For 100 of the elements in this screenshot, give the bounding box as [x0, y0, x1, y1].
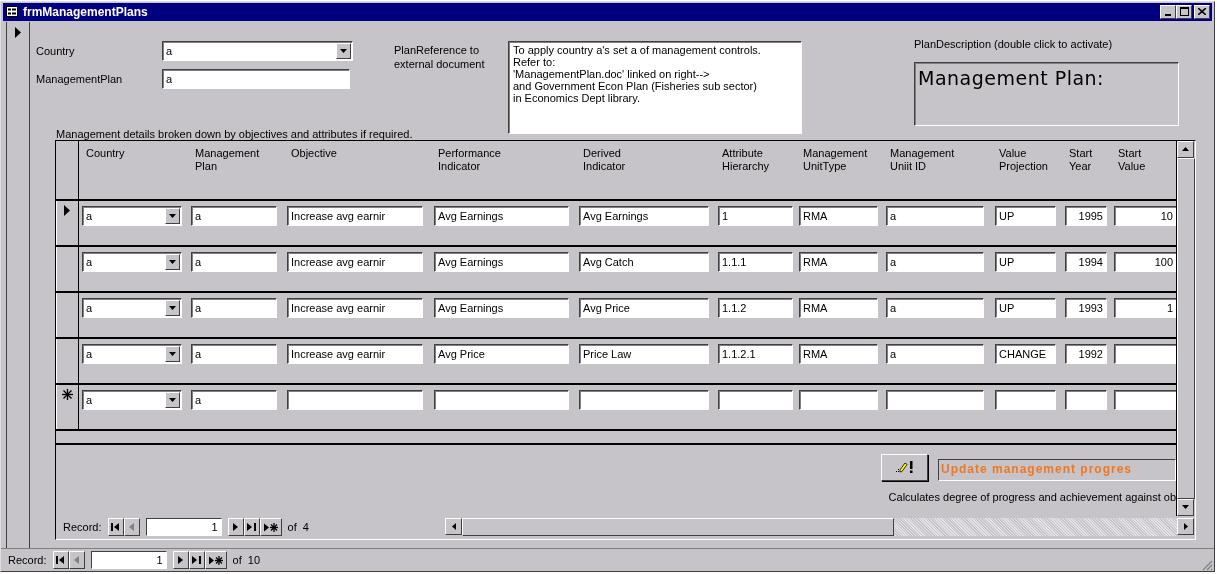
record-label: Record: [8, 554, 47, 567]
column-header: Value Projection [998, 145, 1049, 174]
table-cell[interactable] [287, 389, 423, 410]
table-dropdown[interactable]: a [82, 297, 182, 318]
minimize-button[interactable] [1160, 4, 1176, 19]
table-cell[interactable]: 1 [1114, 297, 1176, 318]
dropdown-button[interactable] [165, 253, 180, 270]
close-button[interactable] [1194, 4, 1210, 19]
scroll-left-button[interactable] [445, 518, 462, 536]
table-cell[interactable]: Increase avg earnir [287, 251, 423, 272]
update-button[interactable] [881, 453, 928, 481]
table-dropdown[interactable]: a [82, 389, 182, 410]
scroll-right-button[interactable] [1177, 518, 1194, 536]
table-cell[interactable]: a [191, 343, 277, 364]
record-nav-button[interactable] [172, 551, 189, 570]
table-cell[interactable]: Increase avg earnir [287, 297, 423, 318]
table-dropdown[interactable]: a [82, 251, 182, 272]
table-cell[interactable]: Increase avg earnir [287, 343, 423, 364]
column-header: Performance Indicator [437, 145, 502, 174]
column-header: Start Year [1068, 145, 1094, 174]
table-cell[interactable]: 1992 [1065, 343, 1107, 364]
table-cell[interactable]: a [191, 389, 277, 410]
row-selector[interactable] [56, 292, 79, 337]
table-cell[interactable]: Avg Earnings [434, 251, 569, 272]
table-cell[interactable]: Avg Price [579, 297, 709, 318]
table-dropdown[interactable]: a [82, 343, 182, 364]
vertical-scrollbar[interactable] [1176, 140, 1195, 516]
table-cell[interactable]: Increase avg earnir [287, 205, 423, 226]
table-cell[interactable]: a [886, 205, 984, 226]
up-arrow-icon [1182, 147, 1189, 152]
table-cell[interactable]: 1.1.2.1 [718, 343, 793, 364]
table-cell[interactable]: a [886, 297, 984, 318]
record-nav-button[interactable] [227, 518, 244, 537]
table-cell[interactable]: Avg Catch [579, 251, 709, 272]
table-cell[interactable] [434, 389, 569, 410]
table-cell[interactable]: UP [995, 297, 1056, 318]
row-selector[interactable] [56, 246, 79, 291]
record-nav-button[interactable] [204, 551, 227, 570]
table-cell[interactable]: Avg Earnings [579, 205, 709, 226]
table-cell[interactable]: 10 [1114, 205, 1176, 226]
table-dropdown[interactable]: a [82, 205, 182, 226]
table-cell[interactable]: a [191, 205, 277, 226]
table-cell[interactable] [718, 389, 793, 410]
previous-record-icon [74, 556, 80, 565]
table-cell[interactable]: 1 [718, 205, 793, 226]
record-number-field[interactable]: 1 [90, 551, 167, 570]
table-cell[interactable]: 1995 [1065, 205, 1107, 226]
table-cell[interactable]: RMA [799, 343, 878, 364]
table-cell[interactable]: a [191, 251, 277, 272]
table-cell[interactable]: Price Law [579, 343, 709, 364]
horizontal-scrollbar[interactable] [445, 518, 1194, 537]
caret-icon [169, 305, 176, 310]
record-nav-button[interactable] [259, 518, 282, 537]
row-selector[interactable] [56, 338, 79, 383]
document-frame[interactable]: Management Plan: [914, 61, 1179, 126]
dropdown-button[interactable] [165, 391, 180, 408]
table-cell[interactable]: a [886, 343, 984, 364]
dropdown-button[interactable] [165, 345, 180, 362]
table-cell[interactable]: Avg Earnings [434, 205, 569, 226]
table-cell[interactable]: 1.1.1 [718, 251, 793, 272]
table-cell[interactable] [1065, 389, 1107, 410]
table-cell[interactable] [995, 389, 1056, 410]
record-nav-button[interactable] [52, 551, 69, 570]
country-dropdown[interactable]: a [162, 40, 353, 61]
table-cell[interactable]: CHANGE [995, 343, 1056, 364]
dropdown-button[interactable] [336, 42, 351, 59]
record-nav-button[interactable] [107, 518, 124, 537]
new-record-icon [208, 555, 223, 565]
maximize-button[interactable] [1176, 4, 1192, 19]
table-cell[interactable]: UP [995, 205, 1056, 226]
record-number-field[interactable]: 1 [145, 518, 222, 537]
row-selector[interactable] [56, 200, 79, 245]
table-cell[interactable]: 1993 [1065, 297, 1107, 318]
reference-textbox[interactable]: To apply country a's set a of management controls. Refer to: 'ManagementPlan.doc' linked on right--> and Government Econ Plan (Fisheries sub sector) in Economics Dept library. [508, 40, 802, 134]
scroll-up-button[interactable] [1177, 140, 1194, 158]
table-cell[interactable] [799, 389, 878, 410]
first-record-icon [111, 523, 121, 532]
table-cell[interactable]: a [886, 251, 984, 272]
table-cell[interactable]: 1.1.2 [718, 297, 793, 318]
dropdown-button[interactable] [165, 207, 180, 224]
table-cell[interactable]: UP [995, 251, 1056, 272]
table-cell[interactable] [1114, 389, 1176, 410]
table-cell[interactable]: Avg Earnings [434, 297, 569, 318]
table-cell[interactable] [886, 389, 984, 410]
field-label: Country [36, 44, 76, 57]
row-selector[interactable] [56, 384, 79, 429]
table-cell[interactable] [579, 389, 709, 410]
table-cell[interactable]: 100 [1114, 251, 1176, 272]
resize-grip-icon[interactable] [1201, 559, 1213, 571]
next-record-icon [233, 523, 239, 532]
plan-field[interactable]: a [162, 68, 350, 89]
table-cell[interactable]: RMA [799, 251, 878, 272]
table-cell[interactable]: a [191, 297, 277, 318]
table-cell[interactable] [1114, 343, 1176, 364]
dropdown-button[interactable] [165, 299, 180, 316]
table-cell[interactable]: Avg Price [434, 343, 569, 364]
table-cell[interactable]: RMA [799, 297, 878, 318]
table-cell[interactable]: 1994 [1065, 251, 1107, 272]
table-cell[interactable]: RMA [799, 205, 878, 226]
record-selector[interactable] [6, 21, 30, 549]
